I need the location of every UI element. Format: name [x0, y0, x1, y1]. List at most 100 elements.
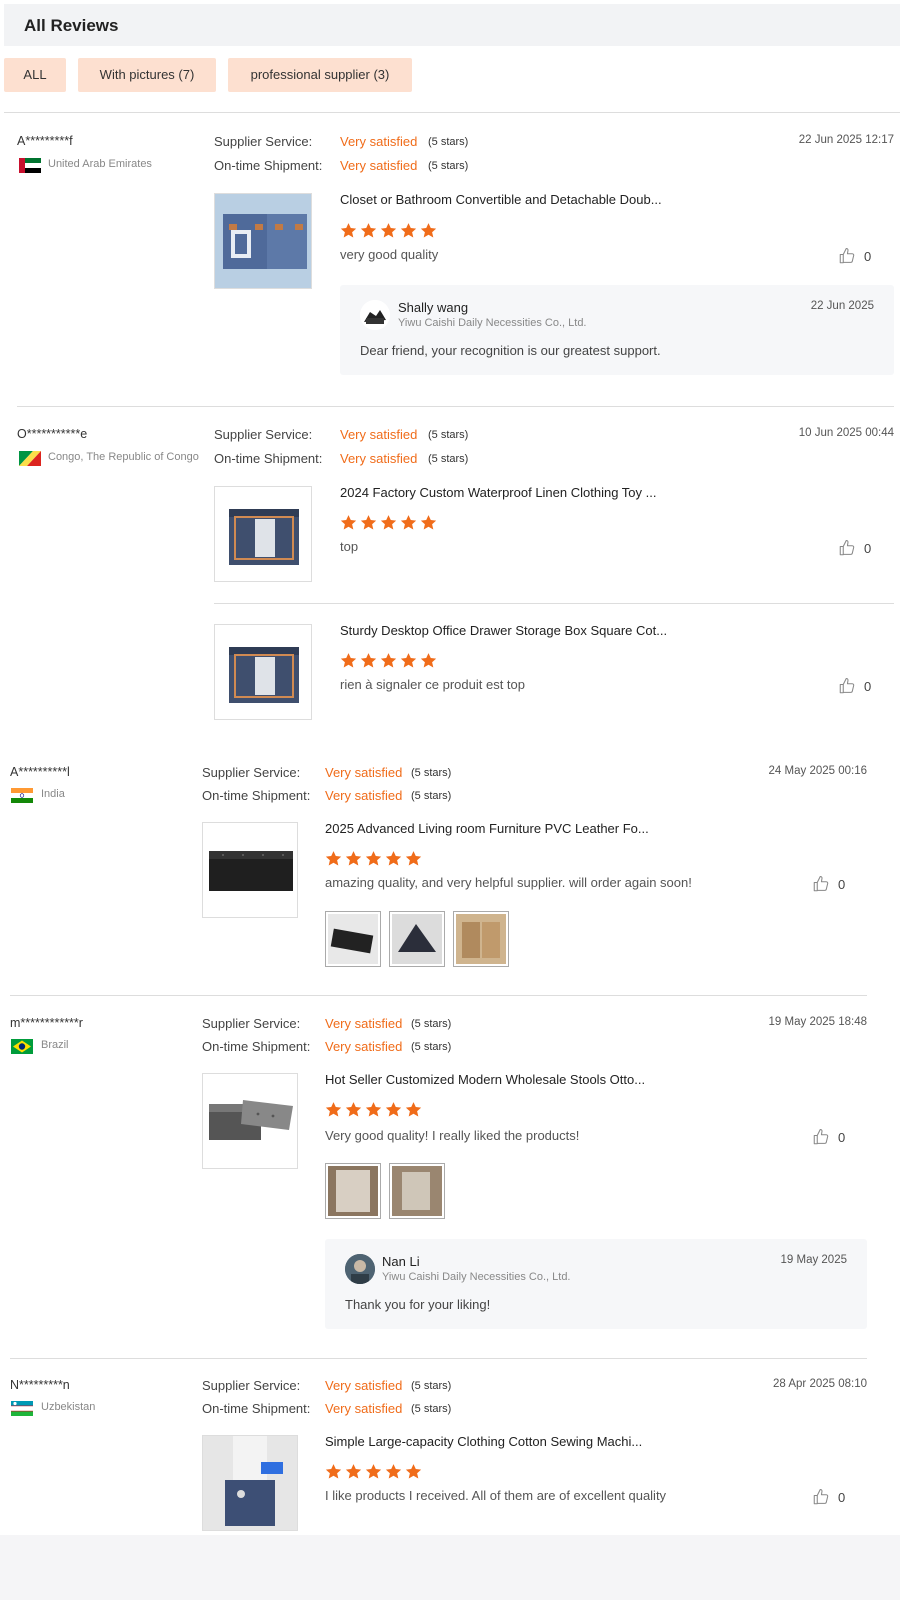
reviewer-country: United Arab Emirates: [48, 158, 152, 170]
reviewer-name: A**********l: [10, 765, 70, 779]
divider: [4, 112, 900, 113]
like-count: 0: [838, 1129, 846, 1145]
review-date: 24 May 2025 00:16: [768, 765, 867, 777]
product-thumbnail[interactable]: [214, 624, 312, 720]
avatar: [360, 300, 390, 330]
product-title[interactable]: Closet or Bathroom Convertible and Detac…: [340, 192, 662, 207]
item-divider: [214, 603, 894, 604]
ontime-shipment-value: Very satisfied: [340, 158, 418, 173]
star-icon: [400, 652, 417, 669]
page-title: All Reviews: [24, 16, 119, 35]
star-icon: [345, 850, 362, 867]
reply-text: Dear friend, your recognition is our gre…: [360, 343, 661, 358]
review-photo[interactable]: [389, 1163, 445, 1219]
supplier-service-value: Very satisfied: [340, 134, 418, 149]
review-photo[interactable]: [389, 911, 445, 967]
product-thumbnail[interactable]: [202, 1073, 298, 1169]
supplier-service-label: Supplier Service:: [202, 1016, 301, 1031]
review-date: 10 Jun 2025 00:44: [798, 427, 894, 439]
reviewer-country: Brazil: [41, 1039, 69, 1051]
india-flag-icon: [11, 788, 33, 803]
review-date: 28 Apr 2025 08:10: [773, 1378, 867, 1390]
supplier-reply: Shally wang Yiwu Caishi Daily Necessitie…: [340, 285, 894, 375]
reviewer-country: Uzbekistan: [41, 1401, 96, 1413]
review-comment: very good quality: [340, 247, 439, 262]
ontime-shipment-stars: (5 stars): [428, 453, 469, 465]
product-rating: [325, 1101, 422, 1119]
like-count: 0: [864, 248, 872, 264]
divider: [17, 406, 894, 407]
supplier-reply: Nan Li Yiwu Caishi Daily Necessities Co.…: [325, 1239, 867, 1329]
reply-date: 19 May 2025: [780, 1254, 848, 1266]
star-icon: [385, 1101, 402, 1118]
product-thumbnail[interactable]: [202, 1435, 298, 1531]
star-icon: [345, 1463, 362, 1480]
review-comment: rien à signaler ce produit est top: [340, 677, 525, 692]
reply-company: Yiwu Caishi Daily Necessities Co., Ltd.: [398, 317, 587, 329]
star-icon: [325, 850, 342, 867]
product-title[interactable]: Simple Large-capacity Clothing Cotton Se…: [325, 1434, 642, 1449]
review-date: 19 May 2025 18:48: [768, 1016, 867, 1028]
like-button[interactable]: 0: [838, 677, 871, 695]
product-thumbnail[interactable]: [202, 822, 298, 918]
divider: [10, 1358, 867, 1359]
review-photo[interactable]: [453, 911, 509, 967]
ontime-shipment-value: Very satisfied: [340, 451, 418, 466]
like-button[interactable]: 0: [812, 1128, 845, 1146]
like-count: 0: [838, 876, 846, 892]
ontime-shipment-stars: (5 stars): [411, 790, 452, 802]
star-icon: [400, 222, 417, 239]
supplier-service-stars: (5 stars): [411, 1380, 452, 1392]
product-title[interactable]: Hot Seller Customized Modern Wholesale S…: [325, 1072, 645, 1087]
supplier-service-label: Supplier Service:: [214, 427, 313, 442]
like-count: 0: [864, 540, 872, 556]
product-title[interactable]: Sturdy Desktop Office Drawer Storage Box…: [340, 623, 667, 638]
review-photo[interactable]: [325, 1163, 381, 1219]
like-button[interactable]: 0: [838, 247, 871, 265]
star-icon: [340, 222, 357, 239]
supplier-service-label: Supplier Service:: [202, 765, 301, 780]
ontime-shipment-stars: (5 stars): [428, 160, 469, 172]
star-icon: [405, 850, 422, 867]
product-title[interactable]: 2025 Advanced Living room Furniture PVC …: [325, 821, 649, 836]
star-icon: [380, 514, 397, 531]
ontime-shipment-label: On-time Shipment:: [202, 1039, 311, 1054]
product-title[interactable]: 2024 Factory Custom Waterproof Linen Clo…: [340, 485, 657, 500]
reply-date: 22 Jun 2025: [810, 300, 874, 312]
reviews-page: All Reviews ALL With pictures (7) profes…: [0, 0, 900, 1535]
star-icon: [325, 1101, 342, 1118]
ontime-shipment-stars: (5 stars): [411, 1403, 452, 1415]
reviewer-country: India: [41, 788, 65, 800]
product-rating: [340, 514, 437, 532]
like-button[interactable]: 0: [838, 539, 871, 557]
star-icon: [380, 222, 397, 239]
supplier-service-stars: (5 stars): [411, 1018, 452, 1030]
ontime-shipment-value: Very satisfied: [325, 788, 403, 803]
supplier-service-label: Supplier Service:: [214, 134, 313, 149]
reviewer-name: O***********e: [17, 427, 88, 441]
thumbs-up-icon: [812, 1128, 830, 1146]
thumbs-up-icon: [838, 247, 856, 265]
star-icon: [420, 652, 437, 669]
review-photo[interactable]: [325, 911, 381, 967]
star-icon: [345, 1101, 362, 1118]
filter-professional-supplier-button[interactable]: professional supplier (3): [228, 58, 412, 92]
like-button[interactable]: 0: [812, 1488, 845, 1506]
star-icon: [325, 1463, 342, 1480]
star-icon: [385, 1463, 402, 1480]
product-thumbnail[interactable]: [214, 486, 312, 582]
filter-with-pictures-button[interactable]: With pictures (7): [78, 58, 216, 92]
like-button[interactable]: 0: [812, 875, 845, 893]
product-thumbnail[interactable]: [214, 193, 312, 289]
review-comment: amazing quality, and very helpful suppli…: [325, 875, 692, 890]
ontime-shipment-label: On-time Shipment:: [214, 158, 323, 173]
supplier-service-value: Very satisfied: [325, 1378, 403, 1393]
star-icon: [420, 222, 437, 239]
star-icon: [340, 514, 357, 531]
star-icon: [400, 514, 417, 531]
filter-all-button[interactable]: ALL: [4, 58, 66, 92]
star-icon: [360, 514, 377, 531]
reviewer-name: A*********f: [17, 134, 73, 148]
reply-author: Shally wang: [398, 300, 469, 315]
supplier-service-value: Very satisfied: [340, 427, 418, 442]
